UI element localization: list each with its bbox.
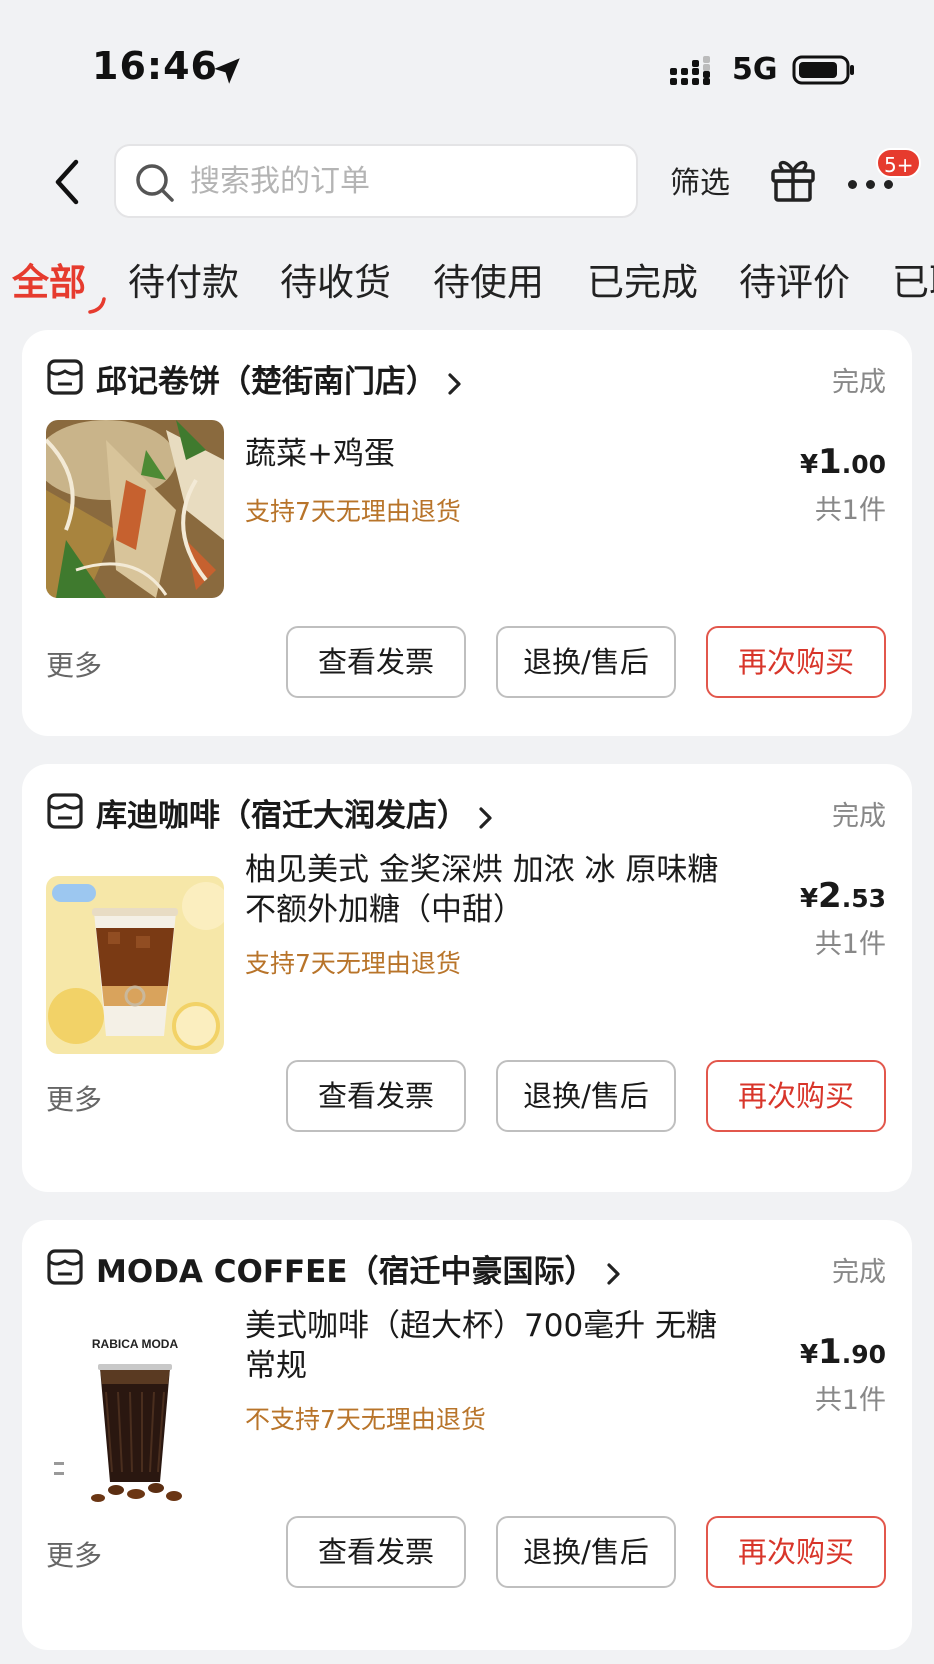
view-invoice-button[interactable]: 查看发票 xyxy=(286,1516,466,1588)
price-integer: 1 xyxy=(818,1332,842,1372)
buy-again-button[interactable]: 再次购买 xyxy=(706,1516,886,1588)
status-bar: 16:46 5G xyxy=(0,0,934,130)
gift-icon[interactable] xyxy=(768,154,818,204)
price-integer: 1 xyxy=(818,442,842,482)
store-name[interactable]: MODA COFFEE（宿迁中豪国际） xyxy=(96,1246,622,1291)
store-icon xyxy=(47,793,83,829)
order-status: 完成 xyxy=(832,367,886,398)
more-link[interactable]: 更多 xyxy=(46,644,102,684)
order-list-page: 16:46 5G 搜索我的订单 筛选 5+ 全部 待付款 待收货 待使用 已完成… xyxy=(0,0,934,1664)
price-currency: ¥ xyxy=(799,450,819,480)
after-sales-button[interactable]: 退换/售后 xyxy=(496,1516,676,1588)
tab-completed[interactable]: 已完成 xyxy=(587,252,698,306)
tab-cancelled[interactable]: 已取消 xyxy=(892,252,934,306)
product-thumbnail[interactable] xyxy=(46,420,224,598)
view-invoice-button[interactable]: 查看发票 xyxy=(286,626,466,698)
price-currency: ¥ xyxy=(799,884,819,914)
buy-again-button[interactable]: 再次购买 xyxy=(706,1060,886,1132)
tab-all[interactable]: 全部 xyxy=(12,252,86,306)
network-label: 5G xyxy=(732,52,778,87)
order-status: 完成 xyxy=(832,1257,886,1288)
item-quantity: 共1件 xyxy=(814,495,886,526)
status-time: 16:46 xyxy=(92,44,218,88)
order-card[interactable]: MODA COFFEE（宿迁中豪国际） 完成 RABICA MODA 美式咖啡（… xyxy=(22,1220,912,1650)
price-decimal: .53 xyxy=(841,884,886,913)
item-quantity: 共1件 xyxy=(814,1385,886,1416)
signal-icon xyxy=(670,56,710,85)
item-title[interactable]: 柚见美式 金奖深烘 加浓 冰 原味糖 不额外加糖（中甜） xyxy=(245,850,745,930)
header-bar: 筛选 5+ xyxy=(0,130,934,230)
item-price: ¥2.53 xyxy=(800,876,886,916)
search-input[interactable] xyxy=(190,156,620,206)
tab-pending-receipt[interactable]: 待收货 xyxy=(280,252,391,306)
item-quantity: 共1件 xyxy=(814,929,886,960)
order-status-tabs: 全部 待付款 待收货 待使用 已完成 待评价 已取消 xyxy=(0,252,934,322)
product-thumbnail[interactable] xyxy=(46,876,224,1054)
battery-icon xyxy=(792,55,854,85)
item-price: ¥1.00 xyxy=(800,442,886,482)
store-icon xyxy=(47,359,83,395)
item-price: ¥1.90 xyxy=(800,1332,886,1372)
chevron-right-icon xyxy=(479,806,492,829)
more-menu-button[interactable]: 5+ xyxy=(846,148,922,204)
return-policy: 支持7天无理由退货 xyxy=(245,949,461,978)
more-dots-icon xyxy=(848,180,902,189)
return-policy: 支持7天无理由退货 xyxy=(245,497,461,526)
store-name[interactable]: 邱记卷饼（楚街南门店） xyxy=(96,356,463,401)
order-card[interactable]: 库迪咖啡（宿迁大润发店） 完成 柚见美式 金奖深烘 加浓 冰 原味糖 不额外加糖… xyxy=(22,764,912,1192)
return-policy: 不支持7天无理由退货 xyxy=(245,1405,486,1434)
filter-button[interactable]: 筛选 xyxy=(670,158,730,202)
price-integer: 2 xyxy=(818,876,842,916)
chevron-right-icon xyxy=(606,1262,620,1285)
order-status: 完成 xyxy=(832,801,886,832)
notification-badge: 5+ xyxy=(876,148,922,178)
view-invoice-button[interactable]: 查看发票 xyxy=(286,1060,466,1132)
store-name[interactable]: 库迪咖啡（宿迁大润发店） xyxy=(96,790,494,835)
location-arrow-icon xyxy=(214,58,240,84)
store-icon xyxy=(47,1249,83,1285)
product-thumbnail[interactable]: RABICA MODA xyxy=(46,1332,224,1510)
more-link[interactable]: 更多 xyxy=(46,1078,102,1118)
store-name-text: 库迪咖啡（宿迁大润发店） xyxy=(96,798,468,834)
price-currency: ¥ xyxy=(799,1340,819,1370)
store-name-text: MODA COFFEE（宿迁中豪国际） xyxy=(96,1254,596,1290)
order-card[interactable]: 邱记卷饼（楚街南门店） 完成 蔬菜+鸡蛋 支持7天无理由退货 ¥1.00 共1件… xyxy=(22,330,912,736)
item-title[interactable]: 蔬菜+鸡蛋 xyxy=(245,434,745,474)
search-icon xyxy=(136,164,174,202)
active-tab-indicator xyxy=(88,297,106,314)
tab-pending-use[interactable]: 待使用 xyxy=(433,252,544,306)
price-decimal: .00 xyxy=(841,450,886,479)
chevron-right-icon xyxy=(448,372,461,395)
back-arrow-icon[interactable] xyxy=(48,154,88,210)
tab-pending-payment[interactable]: 待付款 xyxy=(128,252,239,306)
buy-again-button[interactable]: 再次购买 xyxy=(706,626,886,698)
store-name-text: 邱记卷饼（楚街南门店） xyxy=(96,364,437,400)
item-title[interactable]: 美式咖啡（超大杯）700毫升 无糖 常规 xyxy=(245,1306,745,1386)
thumbnail-brand-text: RABICA MODA xyxy=(92,1337,179,1351)
tab-pending-review[interactable]: 待评价 xyxy=(739,252,850,306)
after-sales-button[interactable]: 退换/售后 xyxy=(496,626,676,698)
more-link[interactable]: 更多 xyxy=(46,1534,102,1574)
price-decimal: .90 xyxy=(841,1340,886,1369)
search-box[interactable] xyxy=(114,144,638,218)
after-sales-button[interactable]: 退换/售后 xyxy=(496,1060,676,1132)
